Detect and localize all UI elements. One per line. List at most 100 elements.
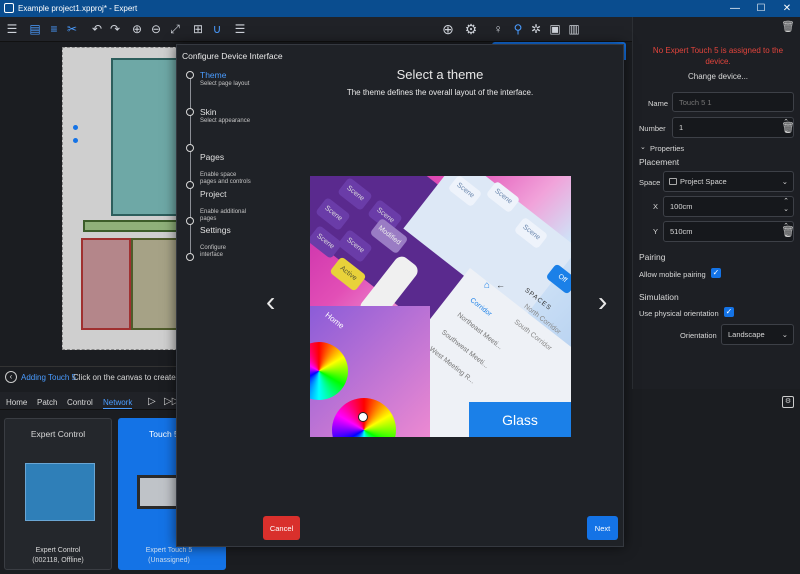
space-label: Space (639, 178, 661, 187)
space-select[interactable]: Project Space ⌄ (663, 171, 794, 192)
document-icon[interactable]: ▤ (26, 20, 44, 38)
settings-icon[interactable]: ⚙ (462, 20, 480, 38)
play-icon[interactable]: ▷ (148, 396, 156, 407)
allow-mobile-pairing-label: Allow mobile pairing (639, 270, 706, 279)
room-green[interactable] (83, 220, 179, 232)
orientation-label: Orientation (680, 331, 717, 340)
zoom-out-icon[interactable]: ⊖ (147, 20, 165, 38)
adding-device-link[interactable]: Adding Touch 5 (21, 373, 76, 382)
floor-plan[interactable] (62, 47, 179, 350)
previous-theme-arrow[interactable]: ‹ (266, 288, 275, 316)
step-dot[interactable] (186, 217, 194, 225)
magnet-icon[interactable]: ∪ (208, 20, 226, 38)
theme-preview[interactable]: Scene Scene Scene Scene Scene Active Mod… (310, 176, 571, 437)
device-settings-icon[interactable]: ⚙ (782, 396, 794, 408)
use-physical-orientation-checkbox[interactable]: ✓ (724, 307, 734, 317)
step-skin[interactable]: Skin Select appearance (200, 107, 250, 125)
room-olive[interactable] (131, 238, 179, 330)
network-icon[interactable]: ⚲ (509, 20, 527, 38)
x-field[interactable]: 100cm ⌃ ⌄ (663, 196, 794, 217)
x-value: 100cm (670, 202, 693, 211)
grid-icon[interactable]: ⊞ (189, 20, 207, 38)
list-icon[interactable]: ≡ (45, 20, 63, 38)
step-title: Theme (200, 70, 227, 80)
step-subtitle: Select page layout (200, 81, 250, 87)
align-icon[interactable]: ☰ (231, 20, 249, 38)
step-settings[interactable]: Settings Configure interface (200, 216, 231, 268)
simulation-header: Simulation (639, 292, 679, 302)
device-marker[interactable] (73, 125, 78, 130)
orientation-value: Landscape (728, 330, 765, 339)
zoom-in-icon[interactable]: ⊕ (128, 20, 146, 38)
step-subtitle: Configure interface (200, 245, 227, 258)
number-field[interactable]: 1 ⌃ ⌄ (672, 117, 794, 138)
glass-tile: Glass (469, 402, 571, 437)
number-value: 1 (679, 123, 684, 132)
y-field[interactable]: 510cm ⌃ ⌄ (663, 221, 794, 242)
trash-icon[interactable]: 🗑 (781, 225, 795, 238)
tab-patch[interactable]: Patch (37, 398, 57, 407)
home-icon[interactable]: ⌂ (484, 280, 490, 291)
y-value: 510cm (670, 227, 693, 236)
back-icon[interactable]: ‹ (5, 371, 17, 383)
name-label: Name (648, 99, 669, 108)
minimize-button[interactable]: — (722, 0, 748, 17)
gear-icon[interactable]: ✲ (527, 20, 545, 38)
chevron-down-icon: ⌄ (781, 330, 788, 339)
step-dot[interactable] (186, 71, 194, 79)
device-card-title: Expert Control (30, 429, 86, 439)
step-dot[interactable] (186, 144, 194, 152)
add-icon[interactable]: ⊕ (439, 20, 457, 38)
assignment-warning: No Expert Touch 5 is assigned to the dev… (652, 46, 784, 66)
app-icon (4, 3, 14, 13)
number-label: Number (639, 124, 666, 133)
change-device-link[interactable]: Change device... (644, 72, 792, 81)
step-title: Pages (200, 152, 225, 162)
stepper-arrows-icon[interactable]: ⌃ ⌄ (783, 198, 789, 214)
trash-icon[interactable]: 🗑 (781, 121, 795, 134)
undo-icon[interactable]: ↶ (88, 20, 106, 38)
tab-control[interactable]: Control (67, 398, 93, 407)
close-button[interactable]: ✕ (774, 0, 800, 17)
properties-header[interactable]: Properties (650, 144, 684, 153)
room-teal[interactable] (111, 58, 179, 216)
step-dot[interactable] (186, 181, 194, 189)
device-card[interactable]: Expert Control Expert Control (002118, O… (4, 418, 112, 570)
placement-header: Placement (639, 157, 680, 167)
device-card-sub: (Unassigned) (148, 557, 190, 564)
step-theme[interactable]: Theme Select page layout (200, 70, 249, 88)
step-dot[interactable] (186, 253, 194, 261)
step-title: Skin (200, 107, 217, 117)
scissors-icon[interactable]: ✂ (63, 20, 81, 38)
maximize-button[interactable]: ☐ (748, 0, 774, 17)
device-marker[interactable] (73, 138, 78, 143)
tab-home[interactable]: Home (6, 398, 27, 407)
fit-icon[interactable]: ⤢ (166, 20, 184, 38)
back-arrow-icon[interactable]: ← (496, 280, 505, 290)
room-red[interactable] (81, 238, 131, 330)
menu-icon[interactable]: ☰ (3, 20, 21, 38)
lightbulb-icon[interactable]: ♀ (489, 20, 507, 38)
chevron-down-icon: ⌄ (781, 177, 788, 186)
redo-icon[interactable]: ↷ (106, 20, 124, 38)
cancel-button[interactable]: Cancel (263, 516, 300, 540)
step-dot[interactable] (186, 108, 194, 116)
orientation-select[interactable]: Landscape ⌄ (721, 324, 794, 345)
status-bar: ‹ Adding Touch 5 Click on the canvas to … (0, 366, 189, 388)
color-wheel-knob[interactable] (358, 412, 368, 422)
next-theme-arrow[interactable]: › (598, 288, 607, 316)
expert-control-image (25, 463, 95, 521)
next-button[interactable]: Next (587, 516, 618, 540)
x-label: X (653, 202, 659, 211)
trash-icon[interactable]: 🗑 (781, 20, 795, 33)
device-card-title: Touch 5 (149, 429, 179, 439)
layout-icon[interactable]: ▥ (565, 20, 583, 38)
name-input[interactable] (672, 92, 794, 112)
dialog-heading: Select a theme (396, 67, 484, 82)
window-title: Example project1.xpproj* - Expert (18, 4, 138, 13)
allow-mobile-pairing-checkbox[interactable]: ✓ (711, 268, 721, 278)
title-bar: Example project1.xpproj* - Expert — ☐ ✕ (0, 0, 800, 17)
image-icon[interactable]: ▣ (546, 20, 564, 38)
properties-chevron-icon[interactable]: ⌄ (640, 143, 646, 151)
tab-network[interactable]: Network (103, 398, 133, 409)
